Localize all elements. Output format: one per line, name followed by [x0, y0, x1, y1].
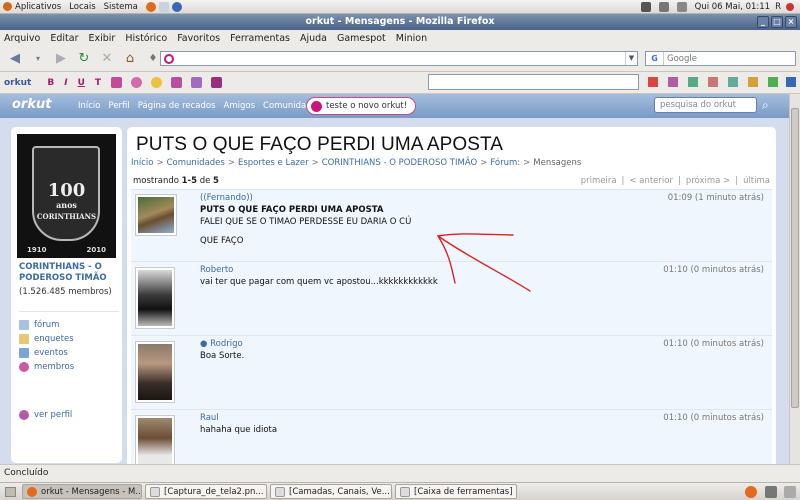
task-firefox[interactable]: orkut - Mensagens - M...: [22, 484, 142, 499]
task-gimp-layers[interactable]: [Camadas, Canais, Ve...: [270, 484, 392, 499]
tray-icon[interactable]: [765, 486, 777, 498]
status-bar: Concluído: [0, 464, 800, 482]
taskbar: orkut - Mensagens - M... [Captura_de_tel…: [0, 482, 800, 500]
gimp-toolbox-icon: [400, 486, 410, 497]
task-screenshot[interactable]: [Captura_de_tela2.pn...: [145, 484, 267, 499]
scrollbar-thumb[interactable]: [791, 108, 799, 408]
status-text: Concluído: [4, 468, 49, 478]
tray-firefox-icon[interactable]: [745, 486, 757, 498]
image-file-icon: [150, 486, 160, 497]
task-gimp-toolbox[interactable]: [Caixa de ferramentas]: [395, 484, 517, 499]
show-desktop-icon[interactable]: [5, 487, 16, 497]
page-scrollbar[interactable]: [789, 94, 800, 464]
red-arrow-annotation: [436, 233, 531, 292]
trash-icon[interactable]: [784, 486, 796, 498]
gimp-layers-icon: [275, 486, 285, 497]
firefox-icon: [27, 486, 37, 497]
